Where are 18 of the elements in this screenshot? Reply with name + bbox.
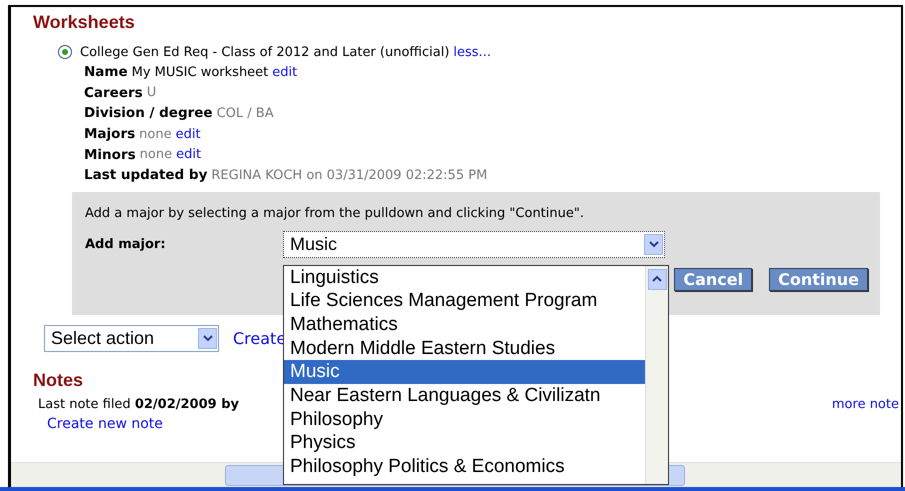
field-value: none [139, 126, 172, 142]
section-title: Worksheets [33, 12, 136, 34]
field-value: U [146, 85, 156, 100]
field-label: Add major: [85, 236, 167, 252]
field-value: none [140, 147, 172, 162]
last-note-text: Last note filed 02/02/2009 by [38, 397, 239, 412]
instruction-text: Add a major by selecting a major from the pulldown and clicking "Continue". [85, 206, 585, 221]
field-value: My MUSIC worksheet [132, 64, 268, 80]
field-label: Name [84, 64, 128, 80]
field-label: Majors [84, 126, 136, 142]
field-label: Division / degree [84, 105, 213, 122]
section-title: Notes [33, 370, 84, 392]
field-label: Last updated by [84, 167, 208, 184]
field-label: Careers [84, 84, 143, 101]
field-value: COL / BA [216, 106, 274, 121]
worksheet-title: College Gen Ed Req - Class of 2012 and Later (unofficial) [80, 44, 450, 60]
field-label: Minors [84, 146, 136, 163]
field-value: REGINA KOCH on 03/31/2009 02:22:55 PM [211, 168, 488, 183]
